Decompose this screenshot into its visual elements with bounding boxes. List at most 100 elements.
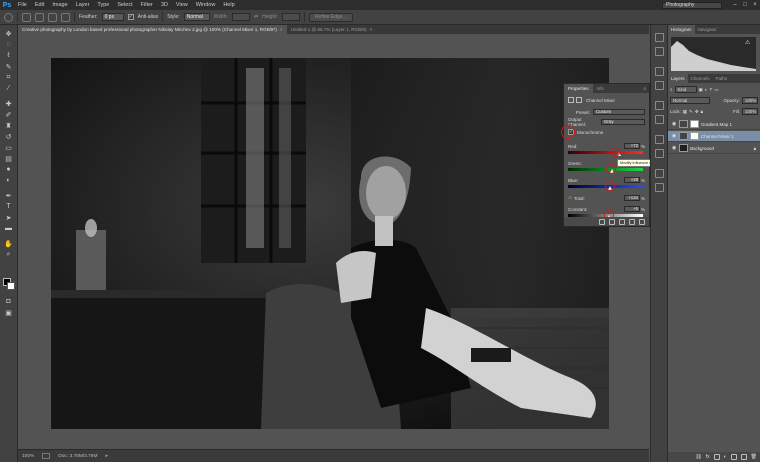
path-select-tool-icon[interactable]: ➤ xyxy=(4,213,13,222)
type-tool-icon[interactable]: T xyxy=(4,202,13,211)
close-tab-icon[interactable]: × xyxy=(370,25,373,34)
minimize-button[interactable]: – xyxy=(730,2,740,8)
warning-icon[interactable]: ⚠ xyxy=(745,39,750,46)
lock-paint-icon[interactable]: ✎ xyxy=(689,109,693,115)
zoom-level[interactable]: 100% xyxy=(22,454,34,459)
lasso-tool-icon[interactable]: ℓ xyxy=(4,51,13,60)
preset-select[interactable]: Custom xyxy=(593,109,645,115)
marquee-tool-icon[interactable]: ◌ xyxy=(4,40,13,49)
document-tab[interactable]: Untitled-1 @ 66.7% (Layer 1, RGB/8) × xyxy=(287,25,377,34)
lock-all-icon[interactable]: 🔒︎ xyxy=(701,109,703,114)
adjustments-panel-icon[interactable] xyxy=(655,67,664,76)
layer-row[interactable]: ◉ Background 🔒︎ xyxy=(668,143,760,154)
delete-layer-icon[interactable]: 🗑︎ xyxy=(751,454,757,460)
healing-tool-icon[interactable]: ✚ xyxy=(4,99,13,108)
eyedropper-tool-icon[interactable]: ⁄ xyxy=(4,84,13,93)
tab-layers[interactable]: Layers xyxy=(668,74,688,83)
pixel-filter-icon[interactable]: ▣ xyxy=(699,87,703,93)
intersect-selection-icon[interactable] xyxy=(61,12,70,22)
lock-position-icon[interactable]: ✥ xyxy=(695,109,699,115)
menu-3d[interactable]: 3D xyxy=(157,2,172,8)
swap-icon[interactable]: ⇄ xyxy=(254,14,258,20)
pen-tool-icon[interactable]: ✒ xyxy=(4,191,13,200)
tab-properties[interactable]: Properties xyxy=(564,84,593,93)
clone-source-panel-icon[interactable] xyxy=(655,149,664,158)
history-brush-tool-icon[interactable]: ↺ xyxy=(4,132,13,141)
quick-mask-icon[interactable]: ◘ xyxy=(4,297,13,306)
menu-file[interactable]: File xyxy=(14,2,31,8)
menu-type[interactable]: Type xyxy=(93,2,113,8)
visibility-eye-icon[interactable]: ◉ xyxy=(671,133,677,139)
red-slider[interactable] xyxy=(568,151,643,154)
crop-tool-icon[interactable]: ⌗ xyxy=(4,73,13,82)
blend-mode-select[interactable]: Normal xyxy=(670,97,710,104)
layer-row[interactable]: ◉ Gradient Map 1 xyxy=(668,119,760,130)
swatches-panel-icon[interactable] xyxy=(655,101,664,110)
history-panel-icon[interactable] xyxy=(655,33,664,42)
add-mask-icon[interactable] xyxy=(713,454,720,460)
properties-panel-icon[interactable] xyxy=(655,81,664,90)
close-button[interactable]: × xyxy=(750,2,760,8)
maximize-button[interactable]: □ xyxy=(740,2,750,8)
anti-alias-checkbox[interactable]: ✓ xyxy=(127,14,134,20)
status-arrow-icon[interactable]: ▸ xyxy=(105,454,107,459)
menu-image[interactable]: Image xyxy=(48,2,71,8)
quick-select-tool-icon[interactable]: ✎ xyxy=(4,62,13,71)
menu-filter[interactable]: Filter xyxy=(137,2,157,8)
document-image[interactable] xyxy=(51,58,609,429)
adjustment-filter-icon[interactable]: ◐ xyxy=(705,87,708,92)
layer-mask-thumbnail[interactable] xyxy=(690,120,699,128)
menu-window[interactable]: Window xyxy=(192,2,220,8)
paragraph-panel-icon[interactable] xyxy=(655,183,664,192)
layer-style-icon[interactable]: fx xyxy=(706,454,710,460)
red-value[interactable]: +72 xyxy=(623,143,640,149)
brush-panel-icon[interactable] xyxy=(655,135,664,144)
close-tab-icon[interactable]: × xyxy=(280,25,283,34)
character-panel-icon[interactable] xyxy=(655,169,664,178)
refine-edge-button[interactable]: Refine Edge... xyxy=(308,12,353,22)
zoom-tool-icon[interactable]: ⌕ xyxy=(4,250,13,259)
eraser-tool-icon[interactable]: ▭ xyxy=(4,143,13,152)
visibility-eye-icon[interactable]: ◉ xyxy=(671,145,677,151)
lock-pixels-icon[interactable]: ▦ xyxy=(683,109,687,115)
new-layer-icon[interactable] xyxy=(740,454,747,460)
menu-layer[interactable]: Layer xyxy=(72,2,94,8)
shape-tool-icon[interactable]: ▬ xyxy=(4,224,13,233)
output-channel-select[interactable]: Gray xyxy=(601,119,645,125)
hand-tool-icon[interactable]: ✋ xyxy=(4,239,13,248)
opacity-input[interactable]: 100% xyxy=(742,97,758,104)
document-tab-active[interactable]: Creative photography by London based pro… xyxy=(18,25,287,34)
dodge-tool-icon[interactable]: ◐ xyxy=(4,176,13,185)
filter-icon[interactable]: ⌕ xyxy=(670,87,673,92)
color-panel-icon[interactable] xyxy=(655,115,664,124)
delete-icon[interactable] xyxy=(639,218,645,225)
feather-input[interactable]: 0 px xyxy=(101,13,124,21)
subtract-selection-icon[interactable] xyxy=(48,12,57,22)
blur-tool-icon[interactable]: ● xyxy=(4,165,13,174)
link-layers-icon[interactable]: ⛓ xyxy=(695,454,701,460)
menu-view[interactable]: View xyxy=(172,2,192,8)
add-selection-icon[interactable] xyxy=(35,12,44,22)
new-adjustment-icon[interactable]: ◐ xyxy=(724,454,727,460)
menu-help[interactable]: Help xyxy=(219,2,238,8)
clone-stamp-tool-icon[interactable]: ♜ xyxy=(4,121,13,130)
screen-mode-icon[interactable]: ▣ xyxy=(4,308,13,317)
layer-mask-thumbnail[interactable] xyxy=(690,132,699,140)
blue-value[interactable]: +28 xyxy=(623,177,640,183)
height-input[interactable] xyxy=(281,13,300,21)
fill-input[interactable]: 100% xyxy=(742,108,758,115)
tab-histogram[interactable]: Histogram xyxy=(668,25,695,34)
mask-icon[interactable] xyxy=(576,97,582,103)
visibility-icon[interactable] xyxy=(629,218,635,225)
clip-to-layer-icon[interactable] xyxy=(599,218,605,225)
new-group-icon[interactable] xyxy=(730,454,737,460)
gradient-tool-icon[interactable]: ▤ xyxy=(4,154,13,163)
visibility-eye-icon[interactable]: ◉ xyxy=(671,121,677,127)
constant-value[interactable]: +5 xyxy=(623,206,640,212)
workspace-select[interactable]: Photography xyxy=(662,1,722,9)
tab-info[interactable]: Info xyxy=(593,84,609,93)
width-input[interactable] xyxy=(231,13,250,21)
canvas-area[interactable] xyxy=(18,34,649,449)
elliptical-marquee-icon[interactable] xyxy=(4,12,13,22)
status-options-icon[interactable] xyxy=(42,453,51,459)
